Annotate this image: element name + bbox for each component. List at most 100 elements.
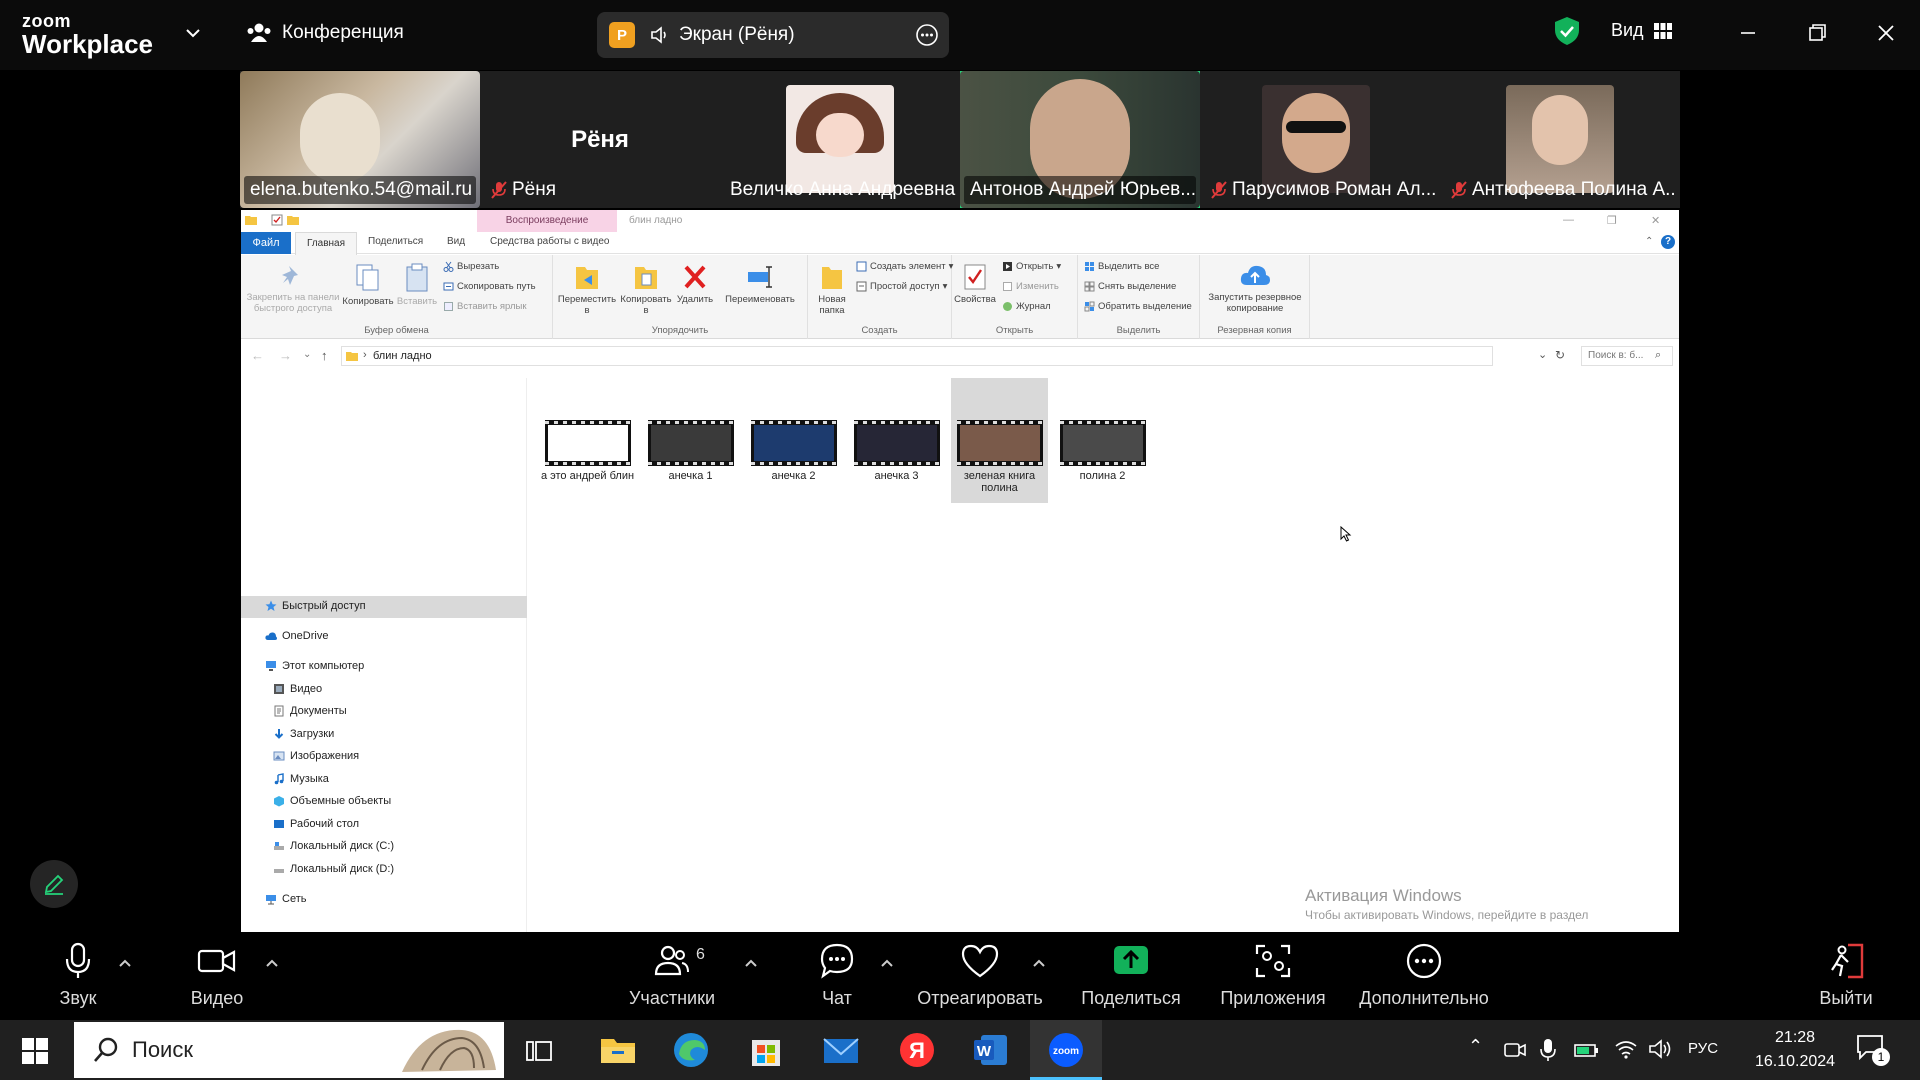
annotate-button[interactable]: [30, 860, 78, 908]
meeting-menu[interactable]: Конференция: [246, 21, 404, 45]
windows-start-icon[interactable]: [22, 1038, 48, 1064]
history-button[interactable]: Журнал: [1002, 301, 1051, 312]
file-item[interactable]: анечка 3: [848, 378, 945, 482]
chevron-up-icon[interactable]: [117, 956, 133, 972]
notification-center[interactable]: 1: [1856, 1034, 1890, 1066]
refresh-icon[interactable]: ↻: [1555, 348, 1565, 362]
edge-app[interactable]: [671, 1030, 711, 1070]
participant-tile[interactable]: Рёня Рёня: [480, 71, 720, 208]
mail-app[interactable]: [821, 1030, 861, 1070]
maximize-icon[interactable]: ❐: [1607, 214, 1617, 227]
participant-tile[interactable]: elena.butenko.54@mail.ru: [240, 71, 480, 208]
security-shield-icon[interactable]: [1554, 16, 1580, 46]
file-item[interactable]: полина 2: [1054, 378, 1151, 482]
nav-this-pc[interactable]: Этот компьютер: [265, 660, 364, 672]
nav-item-downloads[interactable]: Загрузки: [273, 728, 334, 740]
minimize-icon[interactable]: [1733, 18, 1763, 48]
volume-icon[interactable]: [1648, 1038, 1672, 1060]
copy-to-button[interactable]: Копировать в: [617, 263, 675, 317]
participant-tile[interactable]: Парусимов Роман Ал...: [1200, 71, 1440, 208]
avatar-face: [816, 113, 864, 157]
taskbar-search[interactable]: Поиск: [74, 1022, 504, 1078]
nav-item-3d-objects[interactable]: Объемные объекты: [273, 795, 391, 807]
nav-network[interactable]: Сеть: [265, 893, 306, 905]
delete-button[interactable]: Удалить: [675, 263, 715, 305]
zoom-logo: zoom Workplace: [22, 12, 153, 57]
chat-button[interactable]: Чат: [812, 942, 862, 1009]
nav-onedrive[interactable]: OneDrive: [265, 630, 328, 642]
file-item[interactable]: анечка 1: [642, 378, 739, 482]
nav-item-videos[interactable]: Видео: [273, 683, 322, 695]
edit-button[interactable]: Изменить: [1002, 281, 1059, 292]
participant-tile[interactable]: Антюфеева Полина А...: [1440, 71, 1680, 208]
chevron-down-icon[interactable]: [184, 24, 202, 42]
language-indicator[interactable]: РУС: [1688, 1040, 1718, 1057]
chevron-up-icon[interactable]: [1031, 956, 1047, 972]
file-explorer-app[interactable]: [598, 1030, 638, 1070]
task-view-icon[interactable]: [525, 1038, 553, 1064]
nav-item-music[interactable]: Музыка: [273, 773, 329, 785]
minimize-icon[interactable]: —: [1563, 214, 1574, 226]
nav-item-disk-c[interactable]: Локальный диск (C:): [273, 840, 394, 852]
chevron-up-icon[interactable]: [879, 956, 895, 972]
select-all-button[interactable]: Выделить все: [1084, 261, 1159, 272]
chevron-up-icon[interactable]: ⌃: [1645, 236, 1653, 247]
close-icon[interactable]: ✕: [1651, 214, 1660, 227]
participant-tile-active-speaker[interactable]: Антонов Андрей Юрьев...: [960, 71, 1200, 208]
more-options-icon[interactable]: [915, 23, 939, 47]
audio-button[interactable]: Звук: [50, 942, 106, 1009]
properties-button[interactable]: Свойства: [954, 263, 996, 305]
file-item[interactable]: анечка 2: [745, 378, 842, 482]
open-button[interactable]: Открыть ▾: [1002, 261, 1061, 272]
file-item[interactable]: а это андрей блин: [539, 378, 636, 482]
yandex-browser-app[interactable]: Я: [897, 1030, 937, 1070]
battery-icon[interactable]: [1574, 1040, 1600, 1060]
screen-share-indicator[interactable]: Р Экран (Рёня): [597, 12, 949, 58]
restore-icon[interactable]: [1802, 18, 1832, 48]
close-icon[interactable]: [1871, 18, 1901, 48]
more-button[interactable]: Дополнительно: [1352, 942, 1496, 1009]
share-screen-button[interactable]: Поделиться: [1070, 942, 1192, 1009]
chevron-down-icon[interactable]: ⌄: [1538, 348, 1547, 361]
thumb-image: [650, 425, 731, 461]
view-button[interactable]: Вид: [1611, 20, 1672, 41]
svg-text:zoom: zoom: [1053, 1046, 1079, 1057]
chevron-up-icon[interactable]: [264, 956, 280, 972]
group-label: Резервная копия: [1217, 325, 1292, 336]
chevron-up-icon[interactable]: ⌃: [1468, 1036, 1483, 1057]
wifi-icon[interactable]: [1614, 1038, 1638, 1060]
nav-item-disk-d[interactable]: Локальный диск (D:): [273, 863, 394, 875]
apps-button[interactable]: Приложения: [1216, 942, 1330, 1009]
help-icon[interactable]: ?: [1661, 235, 1675, 249]
backup-button[interactable]: Запустить резервное копирование: [1202, 263, 1308, 315]
new-folder-button[interactable]: Новая папка: [812, 263, 852, 317]
participants-button[interactable]: Участники: [624, 942, 720, 1009]
nav-item-desktop[interactable]: Рабочий стол: [273, 818, 359, 830]
word-app[interactable]: W: [971, 1030, 1011, 1070]
select-none-button[interactable]: Снять выделение: [1084, 281, 1176, 292]
zoom-icon: zoom: [1049, 1033, 1083, 1067]
zoom-app-active[interactable]: zoom: [1030, 1020, 1102, 1080]
invert-selection-button[interactable]: Обратить выделение: [1084, 301, 1192, 312]
participant-tile[interactable]: Величко Анна Андреевна: [720, 71, 960, 208]
select-all-icon: [1085, 262, 1094, 271]
new-item-button[interactable]: Создать элемент ▾: [856, 261, 953, 272]
nav-item-documents[interactable]: Документы: [273, 705, 347, 717]
leave-button[interactable]: Выйти: [1818, 942, 1874, 1009]
react-button[interactable]: Отреагировать: [912, 942, 1048, 1009]
participant-face: [1282, 93, 1350, 173]
chevron-up-icon[interactable]: [743, 956, 759, 972]
file-item-selected[interactable]: зеленая книга полина: [951, 378, 1048, 503]
nav-quick-access[interactable]: Быстрый доступ: [265, 600, 366, 612]
speaker-icon[interactable]: [649, 24, 671, 46]
participant-name: Рёня: [484, 176, 562, 204]
taskbar-clock[interactable]: 21:28 16.10.2024: [1755, 1026, 1835, 1074]
nav-item-pictures[interactable]: Изображения: [273, 750, 359, 762]
easy-access-button[interactable]: Простой доступ ▾: [856, 281, 947, 292]
meet-now-icon[interactable]: [1504, 1040, 1526, 1060]
rename-button[interactable]: Переименовать: [715, 263, 805, 305]
video-button[interactable]: Видео: [186, 942, 248, 1009]
microphone-icon[interactable]: [1540, 1038, 1556, 1062]
microsoft-store-app[interactable]: [746, 1030, 786, 1070]
move-to-button[interactable]: Переместить в: [557, 263, 617, 317]
